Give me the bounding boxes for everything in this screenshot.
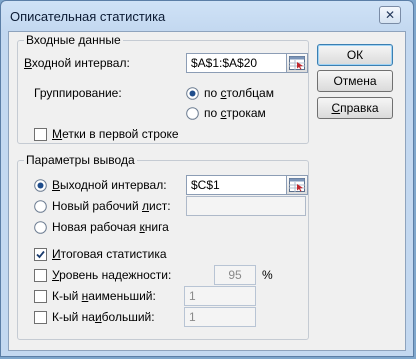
new-workbook-label: Новая рабочая книга bbox=[52, 220, 169, 234]
kth-smallest-checkbox[interactable] bbox=[34, 290, 47, 303]
new-sheet-name-field[interactable] bbox=[186, 196, 306, 216]
kth-largest-label: К-ый наибольший: bbox=[52, 310, 155, 324]
input-range-field[interactable]: $A$1:$A$20 bbox=[186, 53, 288, 73]
input-data-group-title: Входные данные bbox=[24, 33, 123, 47]
kth-smallest-label: К-ый наименьший: bbox=[52, 289, 156, 303]
dialog-title: Описательная статистика bbox=[10, 9, 166, 24]
new-sheet-radio[interactable] bbox=[34, 200, 47, 213]
input-data-group: Входные данные Входной интервал: $A$1:$A… bbox=[17, 33, 309, 144]
output-range-collapse-button[interactable] bbox=[286, 175, 308, 195]
confidence-level-label: Уровень надежности: bbox=[52, 268, 172, 282]
new-workbook-radio[interactable] bbox=[34, 221, 47, 234]
title-bar[interactable]: Описательная статистика ✕ bbox=[1, 1, 413, 31]
kth-largest-checkbox[interactable] bbox=[34, 311, 47, 324]
kth-smallest-value: 1 bbox=[189, 289, 196, 303]
confidence-level-field[interactable]: 95 bbox=[214, 265, 256, 285]
input-range-label: Входной интервал: bbox=[24, 56, 130, 70]
checkmark-icon bbox=[36, 250, 45, 259]
confidence-level-value: 95 bbox=[228, 268, 242, 282]
input-range-collapse-button[interactable] bbox=[286, 53, 308, 73]
output-options-group: Параметры вывода Выходной интервал: $C$1 bbox=[17, 153, 309, 340]
close-icon: ✕ bbox=[384, 8, 396, 22]
by-rows-label: по строкам bbox=[204, 106, 266, 120]
summary-stats-label: Итоговая статистика bbox=[52, 247, 167, 261]
kth-largest-value: 1 bbox=[189, 310, 196, 324]
confidence-level-unit: % bbox=[262, 268, 273, 282]
kth-largest-field[interactable]: 1 bbox=[184, 307, 256, 327]
output-range-label: Выходной интервал: bbox=[52, 178, 167, 192]
confidence-level-checkbox[interactable] bbox=[34, 269, 47, 282]
range-select-icon bbox=[289, 56, 305, 70]
summary-stats-checkbox[interactable] bbox=[34, 248, 47, 261]
output-range-radio[interactable] bbox=[34, 179, 47, 192]
by-rows-radio[interactable] bbox=[186, 107, 199, 120]
ok-button[interactable]: ОК bbox=[317, 44, 393, 66]
kth-smallest-field[interactable]: 1 bbox=[184, 286, 256, 306]
input-range-value: $A$1:$A$20 bbox=[191, 56, 258, 70]
output-options-group-title: Параметры вывода bbox=[24, 153, 137, 167]
dialog-window: Описательная статистика ✕ Входные данные… bbox=[0, 0, 414, 357]
cancel-button[interactable]: Отмена bbox=[317, 70, 393, 92]
output-range-value: $C$1 bbox=[191, 178, 220, 192]
help-button[interactable]: Справка bbox=[317, 97, 393, 119]
by-columns-label: по столбцам bbox=[204, 86, 274, 100]
range-select-icon bbox=[289, 178, 305, 192]
close-button[interactable]: ✕ bbox=[379, 6, 401, 24]
dialog-client-area: Входные данные Входной интервал: $A$1:$A… bbox=[8, 31, 406, 351]
new-sheet-label: Новый рабочий лист: bbox=[52, 199, 171, 213]
grouping-label: Группирование: bbox=[34, 86, 122, 100]
labels-first-row-checkbox[interactable] bbox=[34, 128, 47, 141]
by-columns-radio[interactable] bbox=[186, 87, 199, 100]
output-range-field[interactable]: $C$1 bbox=[186, 175, 288, 195]
labels-first-row-label: Метки в первой строке bbox=[52, 127, 179, 141]
